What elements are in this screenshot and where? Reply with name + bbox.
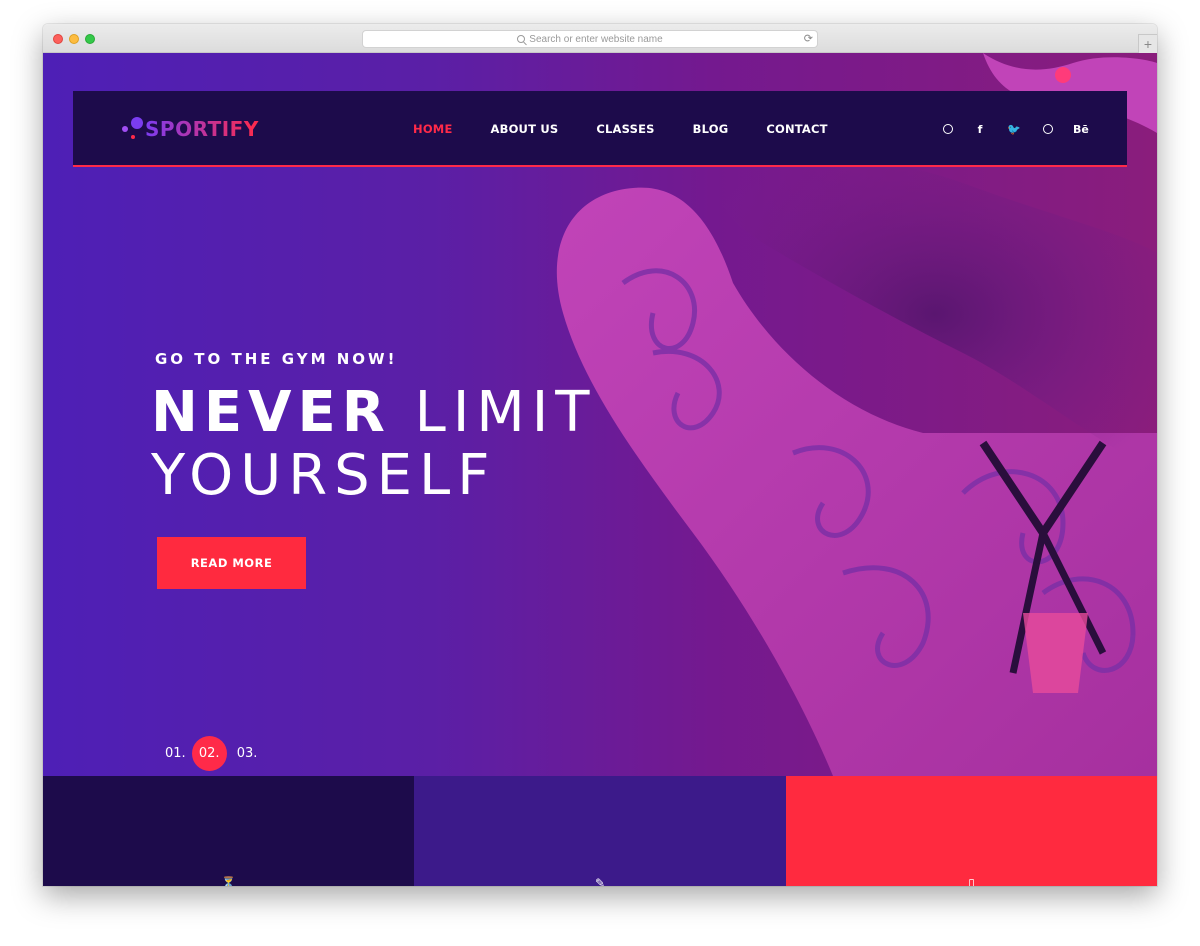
hero-section: SPORTIFY HOME ABOUT US CLASSES BLOG CONT… bbox=[43, 53, 1157, 886]
social-links: f 🐦 Bē bbox=[921, 91, 1089, 167]
pinterest-icon[interactable] bbox=[943, 124, 953, 134]
twitter-icon[interactable]: 🐦 bbox=[1007, 123, 1021, 136]
site-logo[interactable]: SPORTIFY bbox=[119, 117, 259, 141]
brand-name: SPORTIFY bbox=[145, 117, 259, 141]
address-bar[interactable]: Search or enter website name ⟳ bbox=[362, 30, 818, 48]
dribbble-icon[interactable] bbox=[1043, 124, 1053, 134]
zoom-window-button[interactable] bbox=[85, 34, 95, 44]
slide-pagination: 01. 02. 03. bbox=[165, 736, 263, 771]
browser-window: Search or enter website name ⟳ + SPORTIF… bbox=[43, 24, 1157, 886]
nav-menu: HOME ABOUT US CLASSES BLOG CONTACT bbox=[413, 91, 866, 167]
reload-icon[interactable]: ⟳ bbox=[804, 32, 813, 45]
nav-classes[interactable]: CLASSES bbox=[596, 122, 654, 136]
feature-card-2[interactable]: ✎ bbox=[414, 776, 786, 886]
slide-1-button[interactable]: 01. bbox=[165, 746, 186, 761]
glass-icon: ⏳ bbox=[221, 876, 236, 886]
phone-icon: ▯ bbox=[968, 876, 975, 886]
hero-subtitle: GO TO THE GYM NOW! bbox=[155, 350, 398, 368]
facebook-icon[interactable]: f bbox=[973, 123, 987, 136]
hero-title-line2: YOURSELF bbox=[151, 443, 497, 508]
nav-about-us[interactable]: ABOUT US bbox=[491, 122, 559, 136]
hero-title-bold: NEVER bbox=[151, 380, 391, 445]
read-more-button[interactable]: READ MORE bbox=[157, 537, 306, 589]
nav-blog[interactable]: BLOG bbox=[693, 122, 729, 136]
feature-card-1[interactable]: ⏳ bbox=[43, 776, 414, 886]
search-icon bbox=[517, 35, 526, 43]
behance-icon[interactable]: Bē bbox=[1073, 123, 1089, 136]
minimize-window-button[interactable] bbox=[69, 34, 79, 44]
main-navbar: SPORTIFY HOME ABOUT US CLASSES BLOG CONT… bbox=[73, 91, 1127, 167]
nav-home[interactable]: HOME bbox=[413, 122, 453, 136]
logo-mark bbox=[119, 117, 145, 141]
slide-2-button[interactable]: 02. bbox=[191, 736, 227, 771]
dumbbell-icon: ✎ bbox=[594, 876, 606, 886]
feature-card-3[interactable]: ▯ bbox=[786, 776, 1157, 886]
address-placeholder: Search or enter website name bbox=[529, 33, 663, 45]
nav-contact[interactable]: CONTACT bbox=[766, 122, 827, 136]
hero-title: NEVER LIMIT YOURSELF bbox=[151, 381, 596, 507]
new-tab-button[interactable]: + bbox=[1138, 34, 1157, 53]
browser-titlebar: Search or enter website name ⟳ + bbox=[43, 24, 1157, 53]
close-window-button[interactable] bbox=[53, 34, 63, 44]
hero-title-light: LIMIT bbox=[414, 380, 597, 445]
slide-3-button[interactable]: 03. bbox=[237, 746, 258, 761]
